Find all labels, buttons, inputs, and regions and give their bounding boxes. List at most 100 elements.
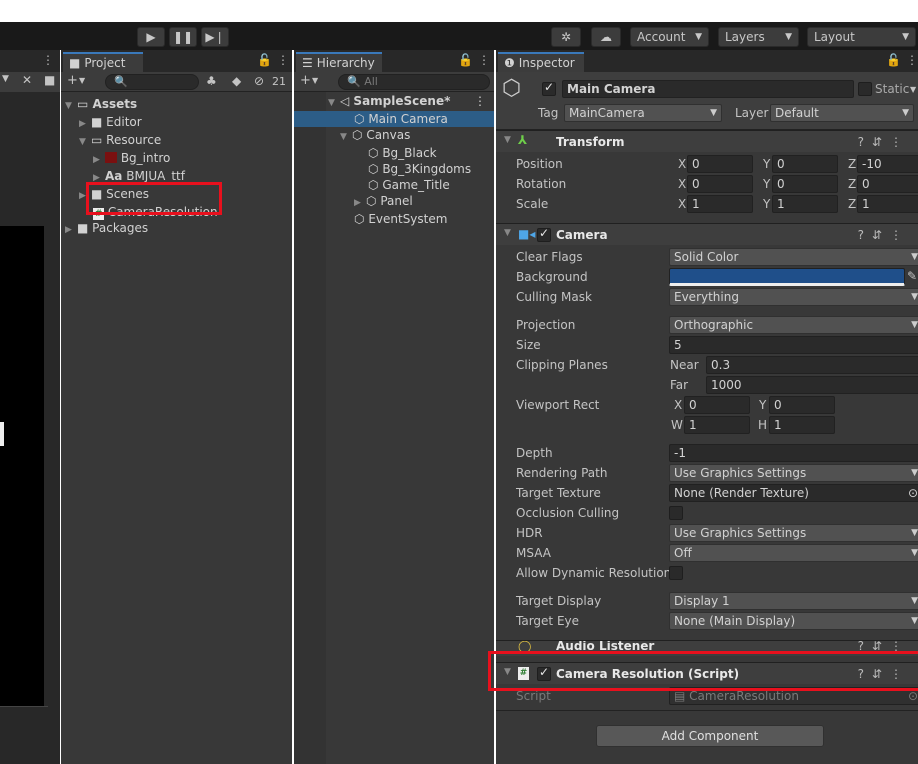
transform-header[interactable]: ▼ ⅄ Transform ?⇵⋮ xyxy=(496,130,918,152)
depth-field[interactable]: -1 xyxy=(669,444,918,462)
viewport-x-field[interactable]: 0 xyxy=(684,396,750,414)
more-icon[interactable]: ⋮ xyxy=(906,53,918,67)
layers-dropdown[interactable]: Layers ▼ xyxy=(718,27,799,47)
hidden-icon[interactable]: ⊘ xyxy=(254,74,264,88)
tab-project[interactable]: ■ Project xyxy=(63,52,143,72)
lock-icon[interactable]: 🔓 xyxy=(257,53,272,67)
chevron-down-icon: ▼ xyxy=(911,468,918,478)
scale-x-field[interactable]: 1 xyxy=(687,195,753,213)
layer-dropdown[interactable]: Default ▼ xyxy=(770,104,914,122)
object-picker-icon[interactable]: ⊙ xyxy=(908,485,918,501)
tools-icon[interactable]: ✕ xyxy=(22,73,32,87)
chevron-down-icon: ▼ xyxy=(911,292,918,302)
tree-item-canvas[interactable]: ▼ ⬡ Canvas xyxy=(294,127,494,145)
row-hdr: HDR Use Graphics Settings ▼ xyxy=(504,523,918,543)
projection-dropdown[interactable]: Orthographic ▼ xyxy=(669,316,918,334)
component-header-icons[interactable]: ?⇵⋮ xyxy=(858,135,910,149)
position-z-field[interactable]: -10 xyxy=(857,155,918,173)
clear-flags-dropdown[interactable]: Solid Color ▼ xyxy=(669,248,918,266)
more-icon[interactable]: ⋮ xyxy=(42,53,54,67)
collab-button[interactable]: ✲ xyxy=(551,27,581,47)
cloud-icon: ☁ xyxy=(600,30,612,44)
tab-hierarchy[interactable]: ☰ Hierarchy xyxy=(296,52,382,72)
account-dropdown[interactable]: Account ▼ xyxy=(630,27,709,47)
tree-item-panel[interactable]: ▶ ⬡ Panel xyxy=(294,193,494,211)
hdr-dropdown[interactable]: Use Graphics Settings ▼ xyxy=(669,524,918,542)
add-icon[interactable]: + xyxy=(67,73,78,88)
add-icon[interactable]: + xyxy=(300,73,311,88)
row-target-eye: Target Eye None (Main Display) ▼ xyxy=(504,611,918,631)
tree-item-main-camera[interactable]: ⬡ Main Camera xyxy=(294,111,494,127)
background-color-field[interactable] xyxy=(669,268,905,286)
divider xyxy=(496,710,918,711)
tree-item-editor[interactable]: ▶ ■ Editor xyxy=(65,114,285,132)
layout-dropdown[interactable]: Layout ▼ xyxy=(807,27,916,47)
hierarchy-search-input[interactable]: 🔍 All xyxy=(338,74,490,90)
static-checkbox[interactable] xyxy=(858,82,872,96)
camera-header[interactable]: ▼ ■◂ Camera ?⇵⋮ xyxy=(496,223,918,245)
tag-icon[interactable]: ◆ xyxy=(232,74,241,88)
tree-item-assets[interactable]: ▼ ▭ Assets xyxy=(65,96,285,114)
pause-button[interactable]: ❚❚ xyxy=(169,27,197,47)
tab-inspector[interactable]: ❶ Inspector xyxy=(498,52,584,72)
chevron-down-icon: ▼ xyxy=(911,252,918,262)
tree-item-bg-3kingdoms[interactable]: ⬡ Bg_3Kingdoms xyxy=(294,161,494,177)
axis-label-z: Z xyxy=(848,197,857,211)
tag-dropdown[interactable]: MainCamera ▼ xyxy=(564,104,722,122)
active-checkbox[interactable] xyxy=(542,80,556,96)
dynamic-resolution-checkbox[interactable] xyxy=(669,566,683,580)
hierarchy-tree: ▼ ◁ SampleScene* ⋮ ⬡ Main Camera ▼ ⬡ Canvas… xyxy=(294,93,494,227)
chevron-down-icon[interactable]: ▼ xyxy=(79,76,85,85)
culling-mask-dropdown[interactable]: Everything ▼ xyxy=(669,288,918,306)
eyedropper-icon[interactable]: ✎ xyxy=(907,269,917,283)
far-field[interactable]: 1000 xyxy=(706,376,918,394)
position-y-field[interactable]: 0 xyxy=(772,155,838,173)
more-icon[interactable]: ⋮ xyxy=(474,93,486,109)
rotation-z-field[interactable]: 0 xyxy=(857,175,918,193)
scale-z-field[interactable]: 1 xyxy=(857,195,918,213)
position-x-field[interactable]: 0 xyxy=(687,155,753,173)
project-toolbar: + ▼ 🔍 ♣ ◆ ⊘ 21 xyxy=(61,72,292,92)
near-field[interactable]: 0.3 xyxy=(706,356,918,374)
lock-icon[interactable]: 🔓 xyxy=(458,53,473,67)
rendering-path-dropdown[interactable]: Use Graphics Settings ▼ xyxy=(669,464,918,482)
project-search-input[interactable]: 🔍 xyxy=(105,74,199,90)
viewport-y-field[interactable]: 0 xyxy=(769,396,835,414)
msaa-dropdown[interactable]: Off ▼ xyxy=(669,544,918,562)
filter-type-icon[interactable]: ♣ xyxy=(206,74,217,88)
object-name-field[interactable]: Main Camera xyxy=(562,80,854,98)
target-eye-dropdown[interactable]: None (Main Display) ▼ xyxy=(669,612,918,630)
chevron-down-icon[interactable]: ▼ xyxy=(312,76,318,85)
camera-enabled-checkbox[interactable] xyxy=(537,226,551,242)
target-display-dropdown[interactable]: Display 1 ▼ xyxy=(669,592,918,610)
viewport-h-field[interactable]: 1 xyxy=(769,416,835,434)
tree-item-sample-scene[interactable]: ▼ ◁ SampleScene* ⋮ xyxy=(294,93,494,111)
component-header-icons[interactable]: ?⇵⋮ xyxy=(858,228,910,242)
tree-item-game-title[interactable]: ⬡ Game_Title xyxy=(294,177,494,193)
tree-item-packages[interactable]: ▶ ■ Packages xyxy=(65,220,285,238)
cloud-button[interactable]: ☁ xyxy=(591,27,621,47)
more-icon[interactable]: ⋮ xyxy=(277,53,289,67)
more-icon[interactable]: ⋮ xyxy=(478,53,490,67)
rotation-x-field[interactable]: 0 xyxy=(687,175,753,193)
info-icon: ❶ xyxy=(504,56,515,70)
add-component-button[interactable]: Add Component xyxy=(596,725,824,747)
lock-icon[interactable]: 🔓 xyxy=(886,53,901,67)
tree-item-bg-black[interactable]: ⬡ Bg_Black xyxy=(294,145,494,161)
step-button[interactable]: ▶❘ xyxy=(201,27,229,47)
scale-y-field[interactable]: 1 xyxy=(772,195,838,213)
tree-item-bg-intro[interactable]: ▶ Bg_intro xyxy=(65,150,285,168)
size-field[interactable]: 5 xyxy=(669,336,918,354)
viewport-w-field[interactable]: 1 xyxy=(684,416,750,434)
row-projection: Projection Orthographic ▼ xyxy=(504,315,918,335)
chevron-down-icon[interactable]: ▼ xyxy=(2,74,9,84)
rotation-y-field[interactable]: 0 xyxy=(772,175,838,193)
gizmo-icon[interactable]: ■ xyxy=(44,73,55,87)
play-button[interactable]: ▶ xyxy=(137,27,165,47)
target-texture-field[interactable]: None (Render Texture) ⊙ xyxy=(669,484,918,502)
occlusion-checkbox[interactable] xyxy=(669,506,683,520)
chevron-down-icon[interactable]: ▼ xyxy=(910,85,916,94)
tree-item-event-system[interactable]: ⬡ EventSystem xyxy=(294,211,494,227)
tree-item-resource[interactable]: ▼ ▭ Resource xyxy=(65,132,285,150)
chevron-down-icon: ▼ xyxy=(911,616,918,626)
